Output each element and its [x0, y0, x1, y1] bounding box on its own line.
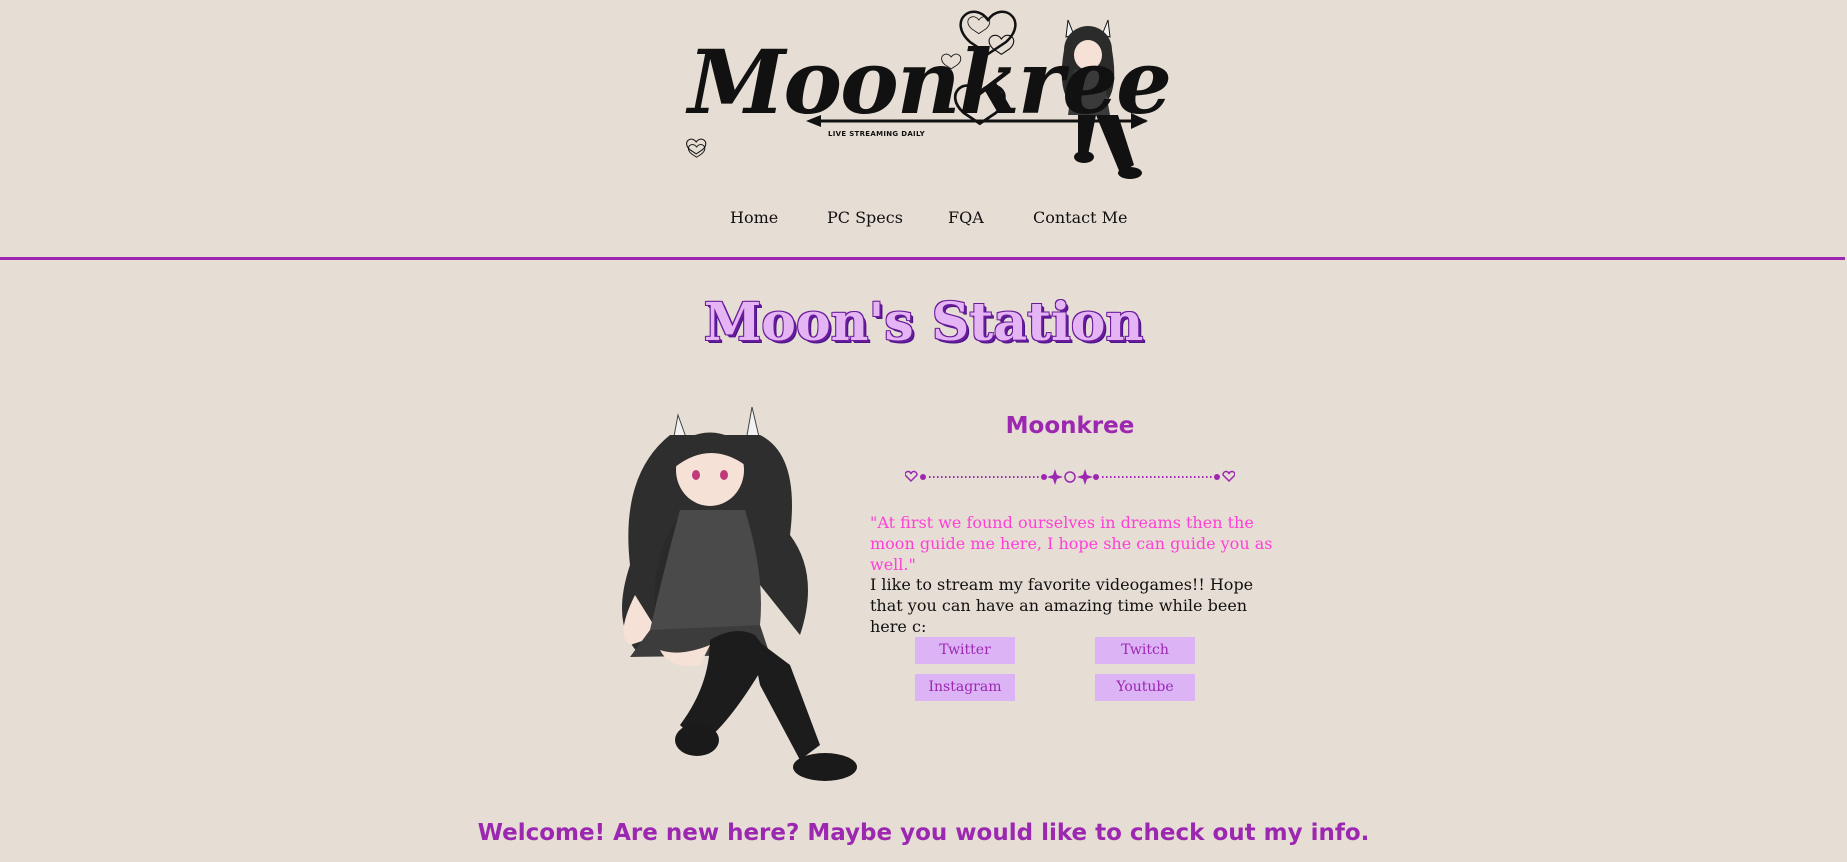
- site-header: Moonkree LIVE STREAMING DAILY Home PC Sp…: [0, 0, 1847, 262]
- character-illustration: [560, 395, 880, 800]
- logo[interactable]: Moonkree LIVE STREAMING DAILY: [661, 0, 1172, 190]
- bio-text: I like to stream my favorite videogames!…: [870, 575, 1254, 636]
- welcome-heading: Welcome! Are new here? Maybe you would l…: [477, 820, 1370, 846]
- page-title: Moon's Station: [703, 292, 1144, 353]
- main-nav: Home PC Specs FQA Contact Me: [0, 208, 1847, 238]
- star-icon: [1077, 469, 1093, 485]
- nav-fqa[interactable]: FQA: [948, 208, 984, 227]
- nav-home[interactable]: Home: [730, 208, 778, 227]
- quote-text: "At first we found ourselves in dreams t…: [870, 513, 1273, 574]
- nav-pc-specs[interactable]: PC Specs: [827, 208, 903, 227]
- twitch-button[interactable]: Twitch: [1095, 637, 1195, 664]
- logo-text: Moonkree: [688, 30, 1172, 134]
- header-divider: [0, 257, 1845, 260]
- profile-name: Moonkree: [1005, 413, 1135, 439]
- instagram-button[interactable]: Instagram: [915, 674, 1015, 701]
- star-icon: [1047, 469, 1063, 485]
- sun-icon: [1064, 471, 1076, 483]
- logo-tagline: LIVE STREAMING DAILY: [828, 130, 925, 138]
- youtube-button[interactable]: Youtube: [1095, 674, 1195, 701]
- twitter-button[interactable]: Twitter: [915, 637, 1015, 664]
- heart-icon: [904, 470, 918, 483]
- heart-icon: [1222, 470, 1236, 483]
- nav-contact-me[interactable]: Contact Me: [1033, 208, 1127, 227]
- decorative-divider: [904, 467, 1236, 487]
